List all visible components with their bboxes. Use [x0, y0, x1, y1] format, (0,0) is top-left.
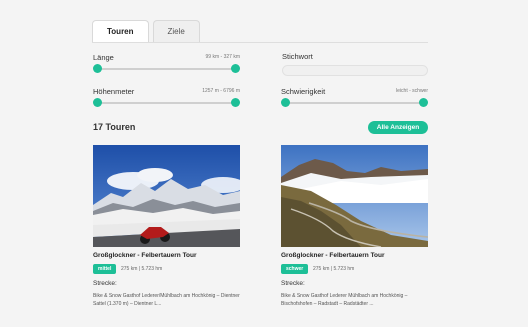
length-min-handle[interactable] [93, 64, 102, 73]
route-description: Bike & Snow Gasthof Lederer/Mühlbach am … [93, 293, 240, 307]
keyword-label: Stichwort [282, 52, 313, 61]
tab-touren[interactable]: Touren [92, 20, 149, 42]
tour-title[interactable]: Großglockner - Felbertauern Tour [281, 252, 385, 259]
tour-card[interactable]: Großglockner - Felbertauern Tour schwer … [281, 145, 428, 307]
tab-bar: Touren Ziele [92, 20, 200, 42]
tab-divider [92, 42, 428, 43]
elevation-slider-track[interactable] [97, 102, 236, 104]
tour-image-motorcycle-mountains[interactable] [93, 145, 240, 247]
keyword-input[interactable] [282, 65, 428, 76]
show-all-button[interactable]: Alle Anzeigen [368, 121, 428, 134]
difficulty-badge: mittel [93, 264, 117, 274]
keyword-filter: Stichwort [282, 52, 428, 76]
route-heading: Strecke: [281, 280, 305, 287]
elevation-range-text: 1257 m - 6796 m [202, 88, 240, 94]
tab-ziele[interactable]: Ziele [152, 20, 200, 42]
tour-card[interactable]: Großglockner - Felbertauern Tour mittel … [93, 145, 240, 307]
difficulty-badge: schwer [281, 264, 309, 274]
tour-meta: 275 km | 5.723 hm [313, 266, 355, 272]
difficulty-max-handle[interactable] [419, 98, 428, 107]
difficulty-min-handle[interactable] [281, 98, 290, 107]
tour-meta: 275 km | 5.723 hm [121, 266, 163, 272]
elevation-max-handle[interactable] [231, 98, 240, 107]
results-count: 17 Touren [93, 122, 136, 132]
length-slider-track[interactable] [97, 68, 236, 70]
length-range-text: 99 km - 327 km [205, 54, 240, 60]
elevation-label: Höhenmeter [93, 87, 135, 96]
tour-title[interactable]: Großglockner - Felbertauern Tour [93, 252, 197, 259]
route-description: Bike & Snow Gasthof Lederer Mühlbach am … [281, 293, 408, 307]
route-heading: Strecke: [93, 280, 117, 287]
difficulty-slider-track[interactable] [285, 102, 424, 104]
tour-image-mountain-road[interactable] [281, 145, 428, 247]
difficulty-range-text: leicht - schwer [396, 88, 428, 94]
elevation-min-handle[interactable] [93, 98, 102, 107]
difficulty-label: Schwierigkeit [281, 87, 326, 96]
length-label: Länge [93, 53, 114, 62]
length-max-handle[interactable] [231, 64, 240, 73]
